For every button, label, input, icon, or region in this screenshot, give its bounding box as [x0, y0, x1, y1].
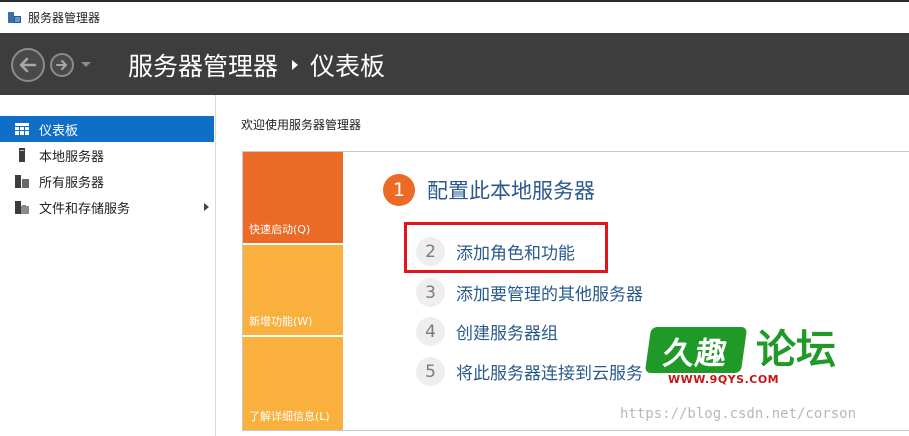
watermark-logo-suffix: 论坛 — [756, 327, 836, 373]
sidebar-item-label: 本地服务器 — [39, 149, 105, 165]
back-button[interactable] — [11, 48, 45, 82]
quick-start-panel: 快速启动(Q) 新增功能(W) 了解详细信息(L) 1 配置此本地服务器 2 添… — [242, 151, 909, 431]
app-header: 服务器管理器 仪表板 — [0, 33, 909, 95]
configure-local-server-link[interactable]: 1 配置此本地服务器 — [383, 174, 595, 206]
breadcrumb-current: 仪表板 — [310, 52, 386, 81]
tile-label: 了解详细信息(L) — [249, 410, 330, 423]
dashboard-grid-icon — [14, 121, 30, 137]
tile-column: 快速启动(Q) 新增功能(W) 了解详细信息(L) — [243, 152, 343, 430]
sidebar-item-label: 文件和存储服务 — [39, 201, 131, 217]
sidebar-item-label: 仪表板 — [39, 123, 79, 139]
create-server-group-link[interactable]: 4 创建服务器组 — [416, 317, 558, 346]
blog-watermark-url: https://blog.csdn.net/corson — [620, 406, 857, 422]
sidebar-item-all-servers[interactable]: 所有服务器 — [0, 168, 215, 194]
breadcrumb: 服务器管理器 仪表板 — [128, 47, 385, 83]
welcome-heading: 欢迎使用服务器管理器 — [241, 118, 362, 132]
watermark-logo-url: WWW.9QYS.COM — [668, 373, 780, 386]
step-label: 添加要管理的其他服务器 — [456, 285, 643, 305]
breadcrumb-separator-icon — [292, 60, 299, 70]
forward-button[interactable] — [50, 53, 74, 77]
step-number-badge: 1 — [383, 174, 415, 206]
tile-quick-start[interactable]: 快速启动(Q) — [243, 152, 343, 243]
step-number: 4 — [416, 317, 445, 346]
file-storage-icon — [14, 199, 30, 215]
tile-label: 快速启动(Q) — [249, 223, 311, 236]
tile-learn-more[interactable]: 了解详细信息(L) — [243, 337, 343, 430]
chevron-right-icon[interactable] — [204, 203, 209, 211]
forum-watermark-logo: 久趣 论坛 WWW.9QYS.COM — [644, 327, 878, 389]
sidebar-item-file-storage[interactable]: 文件和存储服务 — [0, 194, 215, 220]
arrow-left-icon — [19, 57, 37, 73]
tile-label: 新增功能(W) — [249, 315, 313, 328]
step-number: 5 — [416, 357, 445, 386]
add-servers-link[interactable]: 3 添加要管理的其他服务器 — [416, 278, 643, 307]
servers-icon — [14, 173, 30, 189]
window-title: 服务器管理器 — [28, 11, 101, 25]
server-icon — [14, 147, 30, 163]
sidebar: 仪表板 本地服务器 所有服务器 文件和存储服务 — [0, 95, 216, 436]
watermark-logo-mark: 久趣 — [644, 327, 748, 373]
step-number: 3 — [416, 278, 445, 307]
sidebar-item-dashboard[interactable]: 仪表板 — [0, 116, 214, 142]
sidebar-item-label: 所有服务器 — [39, 175, 105, 191]
breadcrumb-root[interactable]: 服务器管理器 — [128, 47, 278, 83]
step-label: 创建服务器组 — [456, 324, 558, 344]
sidebar-item-local-server[interactable]: 本地服务器 — [0, 142, 215, 168]
arrow-right-icon — [56, 60, 67, 70]
server-manager-app-icon — [7, 10, 22, 25]
step-label: 将此服务器连接到云服务 — [456, 364, 643, 384]
step-label: 配置此本地服务器 — [427, 179, 595, 203]
history-dropdown-icon[interactable] — [81, 62, 91, 67]
highlight-annotation-box — [404, 222, 608, 273]
window-titlebar: 服务器管理器 — [0, 0, 909, 33]
tile-whats-new[interactable]: 新增功能(W) — [243, 245, 343, 335]
connect-cloud-services-link[interactable]: 5 将此服务器连接到云服务 — [416, 357, 643, 386]
